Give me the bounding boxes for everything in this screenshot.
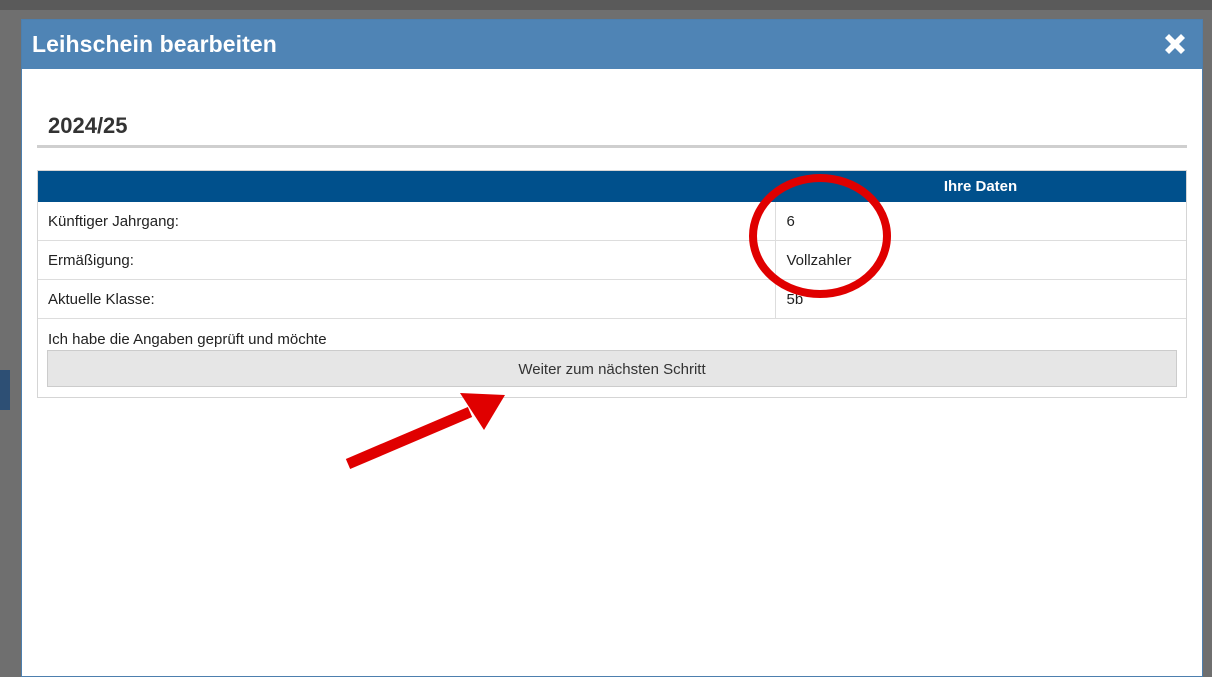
student-data-table: Ihre Daten Künftiger Jahrgang: 6 Ermäßig… [38, 171, 1186, 319]
row-label-current-class: Aktuelle Klasse: [38, 279, 775, 319]
heading-divider [37, 145, 1187, 148]
row-value-current-class: 5b [774, 279, 1186, 319]
close-button[interactable] [1160, 29, 1190, 59]
table-row: Aktuelle Klasse: 5b [38, 279, 1186, 319]
next-step-button[interactable]: Weiter zum nächsten Schritt [47, 350, 1177, 387]
dialog-header: Leihschein bearbeiten [22, 20, 1202, 69]
table-row: Ermäßigung: Vollzahler [38, 240, 1186, 280]
background-page-strip [0, 0, 1212, 10]
table-header-label [38, 171, 775, 202]
row-value-future-grade: 6 [774, 202, 1186, 241]
table-row: Künftiger Jahrgang: 6 [38, 202, 1186, 241]
background-page-sliver [0, 370, 10, 410]
row-label-discount: Ermäßigung: [38, 240, 775, 280]
row-label-future-grade: Künftiger Jahrgang: [38, 202, 775, 241]
data-panel: Ihre Daten Künftiger Jahrgang: 6 Ermäßig… [37, 170, 1187, 398]
close-x-icon [1165, 34, 1185, 54]
edit-loan-dialog: Leihschein bearbeiten 2024/25 Ihre Daten… [21, 19, 1203, 677]
dialog-title: Leihschein bearbeiten [32, 31, 277, 57]
table-header-your-data: Ihre Daten [775, 171, 1186, 202]
row-value-discount: Vollzahler [774, 240, 1186, 280]
table-header-row: Ihre Daten [38, 171, 1186, 202]
confirmation-text: Ich habe die Angaben geprüft und möchte [48, 331, 327, 348]
school-year-heading: 2024/25 [48, 113, 128, 138]
